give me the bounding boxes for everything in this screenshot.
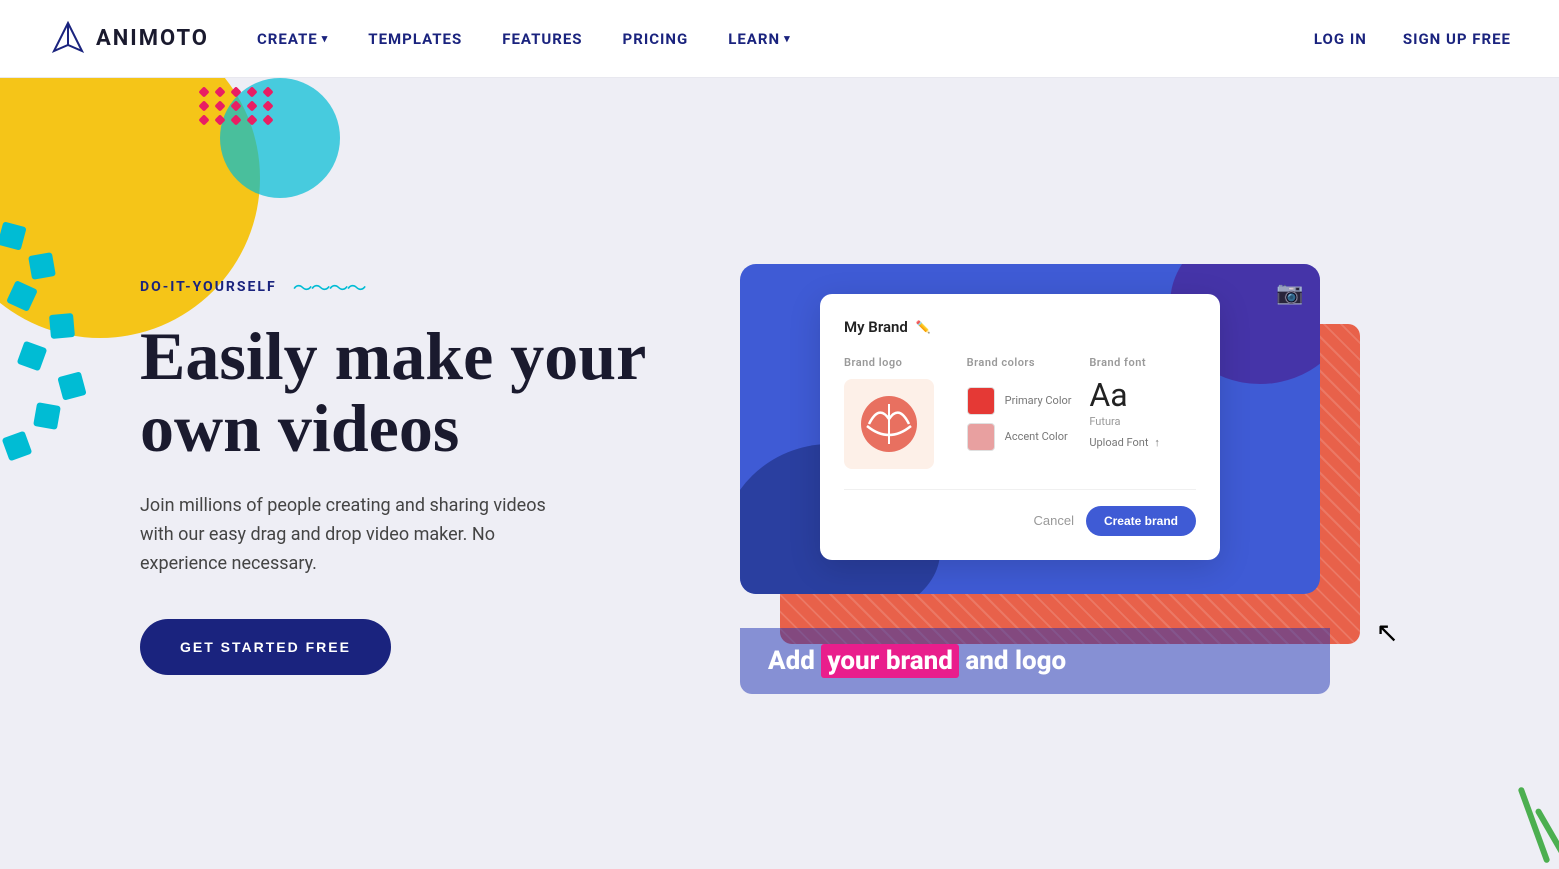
- primary-color-row: Primary Color: [967, 387, 1074, 415]
- nav-features[interactable]: FEATURES: [502, 30, 582, 48]
- cancel-button[interactable]: Cancel: [1034, 513, 1074, 528]
- cta-button[interactable]: GET STARTED FREE: [140, 619, 391, 675]
- brand-font-column: Brand font Aa Futura Upload Font ↑: [1089, 356, 1196, 469]
- hero-title: Easily make your own videos: [140, 321, 660, 464]
- brand-panel-actions: Cancel Create brand: [844, 489, 1196, 536]
- logo[interactable]: ANIMOTO: [48, 19, 209, 59]
- upload-icon: ↑: [1154, 436, 1160, 449]
- primary-color-label: Primary Color: [1005, 394, 1072, 407]
- hero-section: DO-IT-YOURSELF 〜〜〜〜 Easily make your own…: [0, 78, 1559, 869]
- accent-color-swatch: [967, 423, 995, 451]
- navigation: ANIMOTO CREATE ▾ TEMPLATES FEATURES PRIC…: [0, 0, 1559, 78]
- chevron-down-icon: ▾: [322, 32, 329, 45]
- font-upload-row: Upload Font ↑: [1089, 436, 1160, 449]
- squiggle-decoration: 〜〜〜〜: [293, 272, 365, 301]
- logo-text: ANIMOTO: [96, 26, 209, 51]
- brand-logo-svg: [859, 394, 919, 454]
- signup-button[interactable]: SIGN UP FREE: [1403, 30, 1511, 48]
- brand-colors-column: Brand colors Primary Color Accent Color: [967, 356, 1074, 469]
- brand-panel-title: My Brand ✏️: [844, 318, 1196, 336]
- caption-highlight: your brand: [821, 644, 959, 678]
- accent-color-row: Accent Color: [967, 423, 1074, 451]
- brand-logo-box: [844, 379, 934, 469]
- hero-content: DO-IT-YOURSELF 〜〜〜〜 Easily make your own…: [0, 204, 1559, 744]
- brand-colors-label: Brand colors: [967, 356, 1074, 369]
- green-strokes-decoration: [1527, 785, 1559, 869]
- edit-icon: ✏️: [916, 320, 931, 334]
- nav-links: CREATE ▾ TEMPLATES FEATURES PRICING LEAR…: [257, 30, 1314, 48]
- caption-text: Add your brand and logo: [768, 644, 1066, 678]
- accent-color-label: Accent Color: [1005, 430, 1068, 443]
- brand-font-label: Brand font: [1089, 356, 1146, 369]
- font-preview: Aa: [1089, 379, 1127, 411]
- primary-color-swatch: [967, 387, 995, 415]
- nav-templates[interactable]: TEMPLATES: [368, 30, 462, 48]
- create-brand-button[interactable]: Create brand: [1086, 506, 1196, 536]
- logo-icon: [48, 19, 88, 59]
- brand-logo-column: Brand logo: [844, 356, 951, 469]
- brand-panel-grid: Brand logo Brand colors: [844, 356, 1196, 469]
- chevron-down-icon: ▾: [784, 32, 791, 45]
- nav-right: LOG IN SIGN UP FREE: [1314, 30, 1511, 48]
- nav-pricing[interactable]: PRICING: [623, 30, 689, 48]
- nav-create[interactable]: CREATE ▾: [257, 30, 328, 48]
- nav-learn[interactable]: LEARN ▾: [728, 30, 790, 48]
- caption-bar: Add your brand and logo: [740, 628, 1330, 694]
- hero-tag-text: DO-IT-YOURSELF: [140, 279, 277, 295]
- brand-logo-label: Brand logo: [844, 356, 951, 369]
- upload-font-label: Upload Font: [1089, 436, 1148, 449]
- login-button[interactable]: LOG IN: [1314, 30, 1367, 48]
- hero-left: DO-IT-YOURSELF 〜〜〜〜 Easily make your own…: [140, 272, 660, 674]
- camera-icon: 📷: [1272, 276, 1308, 312]
- hero-tag: DO-IT-YOURSELF 〜〜〜〜: [140, 272, 660, 301]
- hero-description: Join millions of people creating and sha…: [140, 492, 560, 578]
- font-name: Futura: [1089, 415, 1120, 428]
- hero-right-mockup: 📷 My Brand ✏️ Brand logo: [740, 264, 1479, 684]
- brand-panel: My Brand ✏️ Brand logo: [820, 294, 1220, 560]
- dot-grid-decoration: [200, 88, 274, 124]
- cursor-icon: ↖: [1376, 616, 1399, 649]
